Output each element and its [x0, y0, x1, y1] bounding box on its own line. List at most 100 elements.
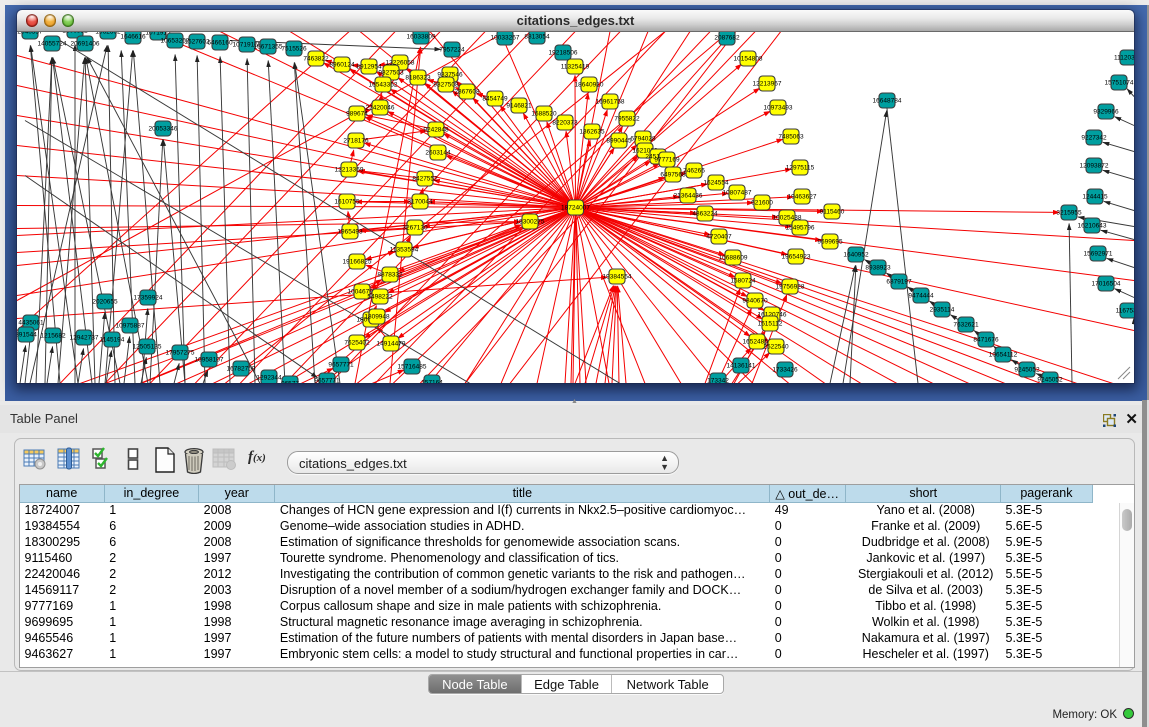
svg-text:10654112: 10654112	[989, 351, 1018, 358]
svg-text:1215682: 1215682	[40, 332, 66, 339]
svg-text:4720407: 4720407	[706, 233, 732, 240]
svg-text:9327503: 9327503	[378, 69, 404, 76]
svg-text:2087682: 2087682	[714, 34, 740, 41]
svg-text:1580724: 1580724	[730, 277, 756, 284]
svg-text:5498222: 5498222	[367, 293, 393, 300]
svg-text:4435061: 4435061	[18, 319, 44, 326]
svg-text:6794028: 6794028	[630, 135, 656, 142]
svg-text:16782759: 16782759	[227, 365, 256, 372]
svg-text:1965493: 1965493	[337, 228, 363, 235]
svg-text:7625402: 7625402	[344, 339, 370, 346]
svg-text:11325419: 11325419	[561, 63, 590, 70]
svg-text:1733426: 1733426	[772, 366, 798, 373]
svg-text:16671355: 16671355	[254, 43, 283, 50]
svg-text:8990445: 8990445	[606, 137, 632, 144]
svg-text:8471676: 8471676	[973, 336, 999, 343]
svg-text:12942737: 12942737	[70, 334, 99, 341]
svg-text:17957275: 17957275	[166, 349, 195, 356]
svg-text:3170044: 3170044	[407, 198, 433, 205]
svg-text:15716485: 15716485	[398, 363, 427, 370]
svg-text:12213967: 12213967	[753, 80, 782, 87]
svg-text:7485063: 7485063	[778, 133, 804, 140]
svg-text:17016504: 17016504	[1092, 280, 1121, 287]
svg-text:17359924: 17359924	[134, 294, 163, 301]
svg-text:18300275: 18300275	[516, 218, 545, 225]
svg-text:22420046: 22420046	[366, 104, 395, 111]
svg-text:21364436: 21364436	[674, 192, 703, 199]
svg-text:15751074: 15751074	[1105, 79, 1134, 86]
svg-text:19654923: 19654923	[782, 253, 811, 260]
svg-text:11353594: 11353594	[390, 246, 419, 253]
svg-text:7957224: 7957224	[439, 46, 465, 53]
svg-text:2718176: 2718176	[343, 137, 369, 144]
svg-text:621600: 621600	[751, 199, 773, 206]
svg-text:18640910: 18640910	[575, 81, 604, 88]
svg-text:9242848: 9242848	[423, 126, 449, 133]
svg-text:1640952: 1640952	[843, 251, 869, 258]
svg-text:1962602: 1962602	[95, 32, 121, 36]
svg-text:2020655: 2020655	[92, 298, 118, 305]
svg-text:20691406: 20691406	[71, 40, 100, 47]
svg-text:19756928: 19756928	[776, 283, 805, 290]
svg-text:9657771: 9657771	[314, 377, 340, 383]
svg-text:9657771: 9657771	[328, 361, 354, 368]
svg-text:8427552: 8427552	[412, 175, 438, 182]
svg-text:7955822: 7955822	[614, 115, 640, 122]
svg-text:15495796: 15495796	[786, 224, 815, 231]
svg-text:9245052: 9245052	[1037, 376, 1063, 383]
svg-text:173342: 173342	[707, 377, 729, 383]
svg-text:1527602: 1527602	[184, 38, 210, 45]
svg-text:19463627: 19463627	[788, 193, 817, 200]
svg-text:14914479: 14914479	[377, 340, 406, 347]
svg-text:18724007: 18724007	[561, 204, 590, 211]
svg-text:9227342: 9227342	[1081, 134, 1107, 141]
svg-text:19384554: 19384554	[603, 273, 632, 280]
svg-text:10033267: 10033267	[491, 34, 520, 41]
svg-text:16543362: 16543362	[369, 81, 398, 88]
svg-text:9245052: 9245052	[1014, 366, 1040, 373]
svg-text:19166825: 19166825	[343, 258, 372, 265]
svg-text:1362635: 1362635	[579, 128, 605, 135]
svg-text:1588520: 1588520	[531, 110, 557, 117]
svg-text:10688609: 10688609	[719, 254, 748, 261]
svg-text:1167534: 1167534	[1116, 307, 1134, 314]
svg-text:8454749: 8454749	[482, 95, 508, 102]
svg-text:2935114: 2935114	[930, 306, 955, 313]
svg-text:8960124: 8960124	[329, 61, 355, 68]
svg-text:10958107: 10958107	[195, 356, 224, 363]
svg-text:14136141: 14136141	[727, 362, 756, 369]
svg-text:1624554: 1624554	[703, 179, 729, 186]
svg-text:9327508: 9327508	[433, 81, 459, 88]
svg-text:16961758: 16961758	[596, 98, 625, 105]
svg-text:15692971: 15692971	[1084, 250, 1113, 257]
svg-text:10973493: 10973493	[764, 104, 793, 111]
svg-text:9699695: 9699695	[817, 238, 843, 245]
svg-text:4863224: 4863224	[692, 210, 718, 217]
svg-text:9329966: 9329966	[1093, 108, 1119, 115]
svg-text:7463822: 7463822	[303, 55, 329, 62]
svg-text:9777169: 9777169	[654, 156, 680, 163]
svg-text:14055724: 14055724	[38, 40, 67, 47]
svg-text:1615112: 1615112	[758, 320, 783, 327]
svg-text:1244415: 1244415	[1082, 193, 1108, 200]
svg-text:2603144: 2603144	[425, 149, 451, 156]
svg-text:19218506: 19218506	[549, 49, 578, 56]
svg-text:7515526: 7515526	[281, 45, 307, 52]
svg-text:10807487: 10807487	[723, 189, 752, 196]
svg-text:20053346: 20053346	[149, 125, 178, 132]
svg-text:12975115: 12975115	[786, 164, 815, 171]
svg-text:12093872: 12093872	[1080, 162, 1109, 169]
svg-text:1145194: 1145194	[100, 336, 125, 343]
svg-text:2867608: 2867608	[454, 88, 480, 95]
svg-text:8186323: 8186323	[405, 74, 431, 81]
svg-text:8878332: 8878332	[377, 271, 403, 278]
svg-text:2040557: 2040557	[17, 32, 43, 36]
svg-text:746266: 746266	[683, 167, 705, 174]
svg-text:1610755: 1610755	[334, 198, 360, 205]
svg-text:3267130: 3267130	[402, 224, 428, 231]
svg-text:9146821: 9146821	[506, 102, 532, 109]
svg-text:3215955: 3215955	[1056, 209, 1082, 216]
svg-text:9840670: 9840670	[742, 297, 768, 304]
svg-text:9115460: 9115460	[820, 208, 845, 215]
svg-text:16033809: 16033809	[407, 33, 436, 40]
